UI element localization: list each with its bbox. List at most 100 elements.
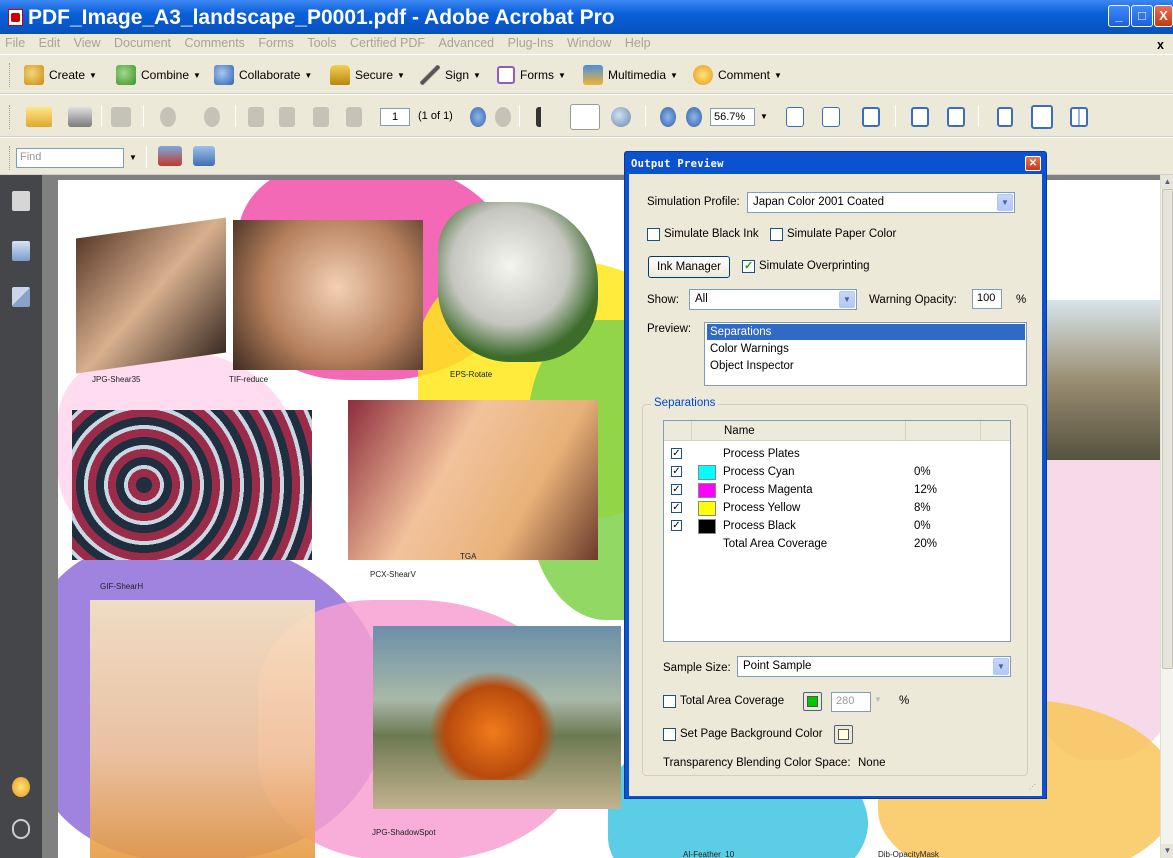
two-up-icon[interactable] [1070, 107, 1088, 127]
close-window-button[interactable]: X [1154, 5, 1173, 27]
zoom-dropdown-icon[interactable]: ▼ [757, 108, 771, 126]
actual-size-icon[interactable] [786, 107, 804, 127]
comment-button[interactable]: Comment ▼ [693, 64, 782, 86]
zoom-out-icon[interactable] [660, 107, 676, 127]
menu-tools[interactable]: Tools [302, 34, 341, 50]
toolbar-grip[interactable] [9, 63, 12, 87]
preview-option-color-warnings[interactable]: Color Warnings [707, 341, 1025, 357]
toolbar-grip[interactable] [9, 105, 12, 129]
sign-button[interactable]: Sign ▼ [420, 64, 481, 86]
hand-tool-icon[interactable] [570, 104, 600, 130]
secure-button[interactable]: Secure ▼ [330, 64, 405, 86]
menu-view[interactable]: View [69, 34, 106, 50]
set-page-background-label: Set Page Background Color [680, 728, 823, 740]
menu-window[interactable]: Window [562, 34, 616, 50]
fit-page-icon[interactable] [862, 107, 880, 127]
separation-row-process-black[interactable]: ✓ Process Black 0% [664, 517, 1010, 535]
next-page-icon[interactable] [313, 107, 329, 127]
attachments-paperclip-icon[interactable] [12, 819, 30, 839]
select-object-icon[interactable] [193, 146, 215, 166]
create-button[interactable]: Create ▼ [24, 64, 97, 86]
simulate-paper-color-checkbox[interactable] [770, 228, 783, 241]
redo-icon[interactable] [204, 107, 220, 127]
select-text-icon[interactable] [536, 107, 552, 127]
coverage-color-button[interactable] [803, 692, 822, 711]
separation-row-total-area-coverage[interactable]: Total Area Coverage 20% [664, 535, 1010, 553]
sample-size-select[interactable]: Point Sample ▼ [737, 656, 1011, 677]
simulation-profile-select[interactable]: Japan Color 2001 Coated ▼ [747, 192, 1015, 213]
total-area-coverage-checkbox[interactable] [663, 695, 676, 708]
preview-listbox[interactable]: Separations Color Warnings Object Inspec… [704, 322, 1027, 386]
set-page-background-checkbox[interactable] [663, 728, 676, 741]
zoom-level-input[interactable]: 56.7% [710, 108, 755, 126]
zoom-in-icon[interactable] [686, 107, 702, 127]
multimedia-button[interactable]: Multimedia ▼ [583, 64, 678, 86]
forms-button[interactable]: Forms ▼ [497, 64, 566, 86]
simulate-overprinting-checkbox[interactable] [742, 259, 755, 273]
toolbar-grip[interactable] [9, 146, 12, 170]
find-input[interactable]: Find [16, 148, 124, 168]
print-icon[interactable] [68, 107, 92, 127]
page-number-input[interactable]: 1 [380, 108, 410, 126]
total-area-coverage-input[interactable]: 280 [831, 692, 871, 712]
menu-plug-ins[interactable]: Plug-Ins [503, 34, 559, 50]
separation-checkbox[interactable]: ✓ [671, 484, 682, 495]
preview-option-separations[interactable]: Separations [707, 324, 1025, 340]
coverage-dropdown-icon[interactable]: ▼ [874, 695, 882, 704]
menu-certified-pdf[interactable]: Certified PDF [345, 34, 430, 50]
separation-row-process-cyan[interactable]: ✓ Process Cyan 0% [664, 463, 1010, 481]
zoom-tool-icon[interactable] [611, 107, 631, 127]
menu-document[interactable]: Document [109, 34, 176, 50]
last-page-icon[interactable] [346, 107, 362, 127]
open-folder-icon[interactable] [26, 107, 52, 127]
close-document-button[interactable]: x [1152, 36, 1169, 52]
fit-width-icon[interactable] [822, 107, 840, 127]
menu-file[interactable]: File [0, 34, 30, 50]
bookmarks-icon[interactable] [12, 241, 30, 261]
minimize-button[interactable]: _ [1108, 5, 1130, 27]
previous-view-icon[interactable] [470, 107, 486, 127]
dialog-close-button[interactable]: ✕ [1025, 156, 1041, 171]
pages-icon[interactable] [12, 191, 30, 211]
menu-advanced[interactable]: Advanced [434, 34, 500, 50]
full-screen-icon[interactable] [947, 107, 965, 127]
separation-checkbox[interactable]: ✓ [671, 466, 682, 477]
separation-checkbox[interactable]: ✓ [671, 520, 682, 531]
scrollbar-thumb[interactable] [1162, 189, 1173, 669]
fit-visible-icon[interactable] [911, 107, 929, 127]
first-page-icon[interactable] [248, 107, 264, 127]
scroll-down-arrow-icon[interactable]: ▼ [1161, 844, 1173, 858]
simulate-black-ink-checkbox[interactable] [647, 228, 660, 241]
single-page-icon[interactable] [997, 107, 1013, 127]
undo-icon[interactable] [160, 107, 176, 127]
menu-comments[interactable]: Comments [180, 34, 250, 50]
combine-button[interactable]: Combine ▼ [116, 64, 201, 86]
single-page-continuous-icon[interactable] [1031, 105, 1053, 129]
separation-row-process-yellow[interactable]: ✓ Process Yellow 8% [664, 499, 1010, 517]
scroll-up-arrow-icon[interactable]: ▲ [1161, 175, 1173, 189]
vertical-scrollbar[interactable]: ▲ ▼ [1160, 175, 1173, 858]
search-document-icon[interactable] [158, 146, 182, 166]
menu-forms[interactable]: Forms [253, 34, 298, 50]
signatures-icon[interactable] [12, 287, 30, 307]
maximize-button[interactable]: □ [1131, 5, 1153, 27]
find-options-dropdown[interactable]: ▼ [126, 148, 140, 168]
show-select[interactable]: All ▼ [689, 289, 857, 310]
separation-row-process-magenta[interactable]: ✓ Process Magenta 12% [664, 481, 1010, 499]
next-view-icon[interactable] [495, 107, 511, 127]
separation-checkbox[interactable]: ✓ [671, 502, 682, 513]
resize-grip[interactable]: ⋰ [1029, 783, 1039, 793]
preview-option-object-inspector[interactable]: Object Inspector [707, 358, 1025, 374]
save-icon[interactable] [111, 107, 131, 127]
page-background-color-button[interactable] [834, 725, 853, 744]
separation-row-process-plates[interactable]: ✓ Process Plates [664, 445, 1010, 463]
separation-checkbox[interactable]: ✓ [671, 448, 682, 459]
menu-help[interactable]: Help [620, 34, 656, 50]
comments-panel-icon[interactable] [12, 777, 30, 797]
ink-manager-button[interactable]: Ink Manager [648, 256, 730, 278]
separations-table[interactable]: Name ✓ Process Plates ✓ Process Cyan 0% … [663, 420, 1011, 642]
collaborate-button[interactable]: Collaborate ▼ [214, 64, 312, 86]
menu-edit[interactable]: Edit [34, 34, 66, 50]
previous-page-icon[interactable] [279, 107, 295, 127]
warning-opacity-input[interactable]: 100 [972, 289, 1002, 309]
